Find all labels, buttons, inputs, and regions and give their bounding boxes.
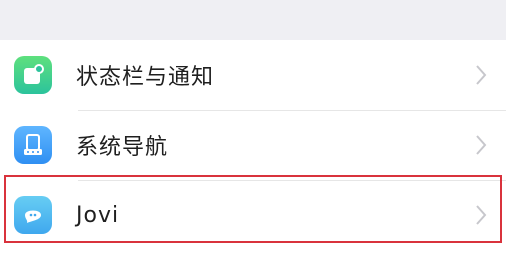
section-header-band [0,0,506,40]
chevron-right-icon [476,65,487,85]
settings-list: 状态栏与通知 系统导航 Jovi [0,40,506,250]
chevron-right-icon [476,205,487,225]
settings-item-jovi[interactable]: Jovi [0,180,506,250]
settings-item-status-bar[interactable]: 状态栏与通知 [0,40,506,110]
settings-item-label: 系统导航 [76,135,169,160]
settings-item-label: 状态栏与通知 [76,65,215,90]
jovi-icon [14,196,52,234]
settings-item-label: Jovi [76,202,120,228]
chevron-right-icon [476,135,487,155]
status-bar-notification-icon [14,56,52,94]
settings-item-system-navigation[interactable]: 系统导航 [0,110,506,180]
system-navigation-icon [14,126,52,164]
